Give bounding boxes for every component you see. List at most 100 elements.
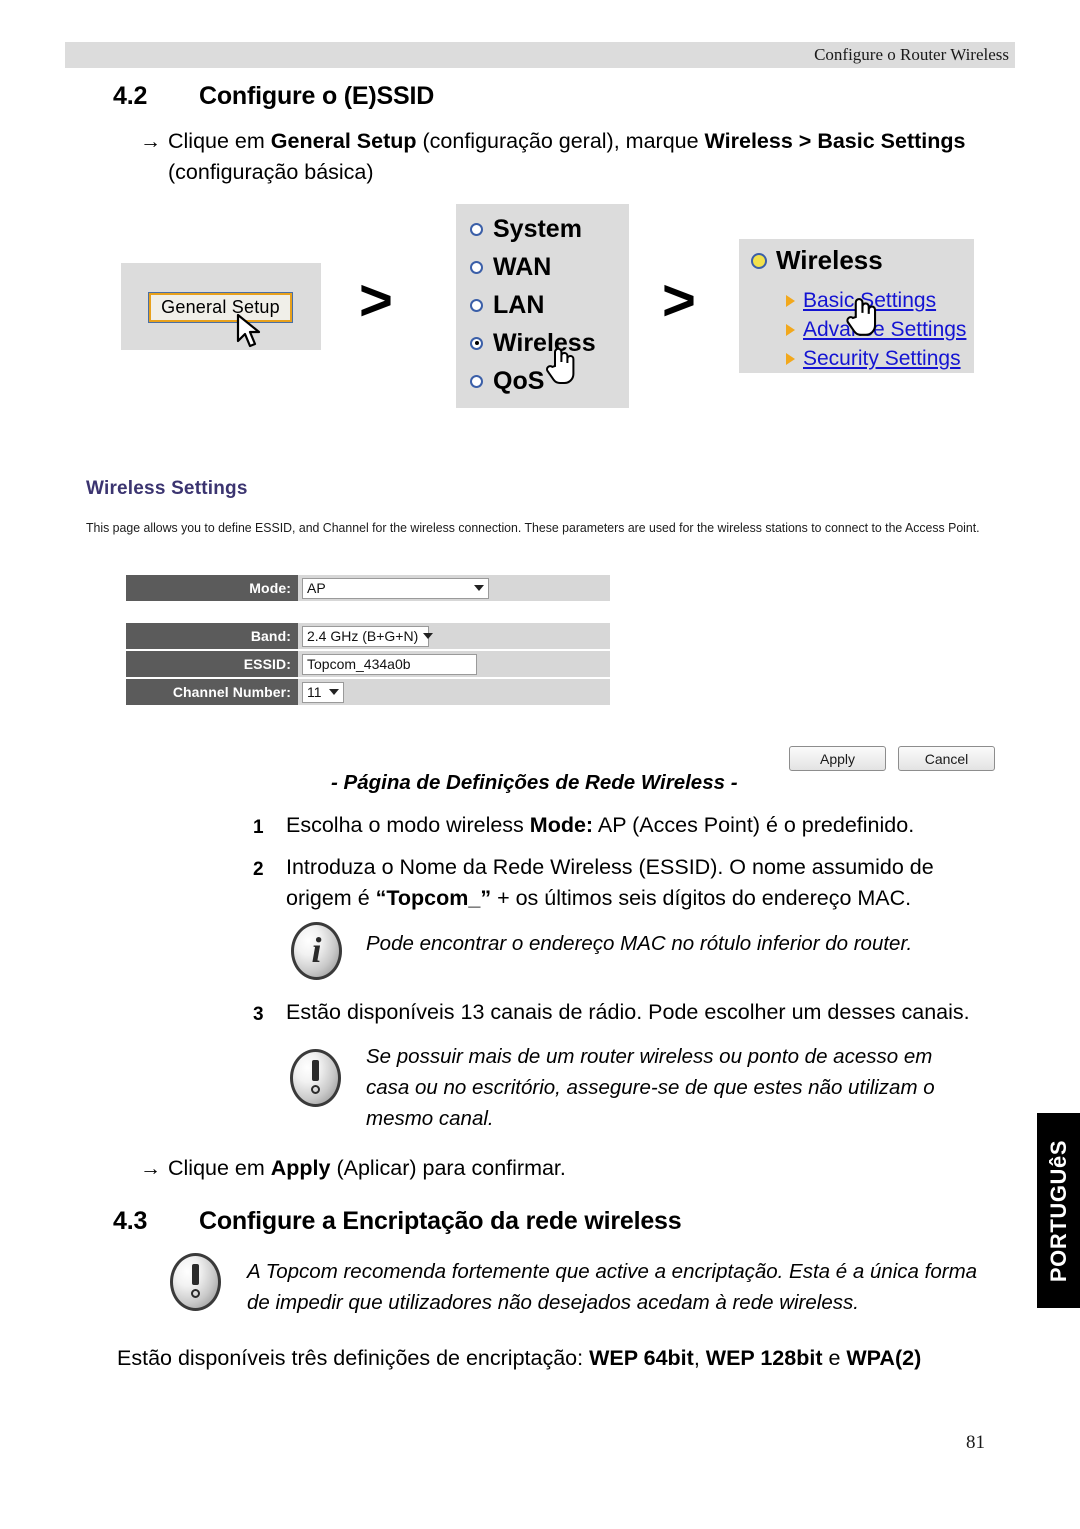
menu-label-qos: QoS	[493, 366, 545, 395]
encryption-wep128: WEP 128bit	[705, 1346, 823, 1370]
exclamation-dot	[311, 1085, 320, 1094]
menu-label-lan: LAN	[493, 290, 545, 319]
arrow-right-icon-apply: →	[140, 1157, 161, 1180]
exclamation-dot-2	[191, 1289, 200, 1298]
section-number-4-3: 4.3	[113, 1207, 148, 1235]
running-header-band: Configure o Router Wireless	[65, 42, 1015, 68]
step-2-text-a: origem é	[286, 886, 376, 910]
step-3: 3 Estão disponíveis 13 canais de rádio. …	[253, 997, 1043, 1028]
warning-encrypt-line2: de impedir que utilizadores não desejado…	[247, 1291, 859, 1314]
form-row-band: Band: 2.4 GHz (B+G+N)	[126, 623, 610, 649]
warning-note-icon-encryption	[170, 1253, 221, 1311]
info-note-text-mac: Pode encontrar o endereço MAC no rótulo …	[366, 932, 913, 955]
mouse-cursor-arrow-icon	[236, 313, 261, 348]
form-row-essid: ESSID: Topcom_434a0b	[126, 651, 610, 677]
form-row-channel-number: Channel Number: 11	[126, 679, 610, 705]
screenshot-general-setup: General Setup	[121, 263, 321, 350]
radio-icon-system	[470, 222, 483, 236]
intro-text-gt: >	[792, 129, 818, 153]
chevron-separator-2: >	[662, 268, 696, 333]
menu-item-wan[interactable]: WAN	[470, 248, 551, 286]
form-row-mode: Mode: AP	[126, 575, 610, 601]
exclamation-bar	[312, 1060, 319, 1081]
warning-note-text-channel: Se possuir mais de um router wireless ou…	[366, 1041, 1026, 1134]
band-select-value: 2.4 GHz (B+G+N)	[307, 628, 419, 644]
form-value-channel-number: 11	[298, 679, 610, 705]
channel-number-select[interactable]: 11	[302, 681, 344, 703]
encryption-wpa2: WPA(2)	[846, 1346, 922, 1370]
form-value-essid: Topcom_434a0b	[298, 651, 610, 677]
wireless-settings-title: Wireless Settings	[86, 478, 248, 499]
apply-button[interactable]: Apply	[789, 746, 886, 771]
cancel-button[interactable]: Cancel	[898, 746, 995, 771]
screenshot-wireless-tree: Wireless Basic Settings Advance Settings…	[739, 239, 974, 373]
essid-input[interactable]: Topcom_434a0b	[302, 653, 477, 675]
mode-select-value: AP	[307, 580, 326, 596]
wireless-settings-description: This page allows you to define ESSID, an…	[86, 521, 980, 535]
exclamation-bar-2	[192, 1264, 199, 1285]
warning-encrypt-line1: A Topcom recomenda fortemente que active…	[247, 1260, 978, 1283]
chevron-down-icon-channel	[329, 689, 339, 695]
form-label-channel-number: Channel Number:	[126, 679, 298, 705]
form-label-mode: Mode:	[126, 575, 298, 601]
step-2-text-topcom: “Topcom_”	[375, 886, 492, 910]
apply-instruction-apply: Apply	[270, 1156, 331, 1180]
intro-text-general-setup: General Setup	[270, 129, 417, 153]
encryption-text-c: ,	[693, 1346, 706, 1370]
intro-text-line2: (configuração básica)	[168, 160, 374, 184]
chevron-down-icon-mode	[474, 585, 484, 591]
step-2-text-c: + os últimos seis dígitos do endereço MA…	[491, 886, 912, 910]
step-1-text-mode: Mode:	[529, 813, 594, 837]
arrow-right-icon: →	[140, 130, 161, 153]
intro-text-a: Clique em	[168, 129, 271, 153]
step-1-marker: 1	[253, 817, 264, 838]
form-value-band: 2.4 GHz (B+G+N)	[298, 623, 610, 649]
letter-i-icon: i	[311, 930, 322, 970]
apply-instruction-a: Clique em	[168, 1156, 271, 1180]
triangle-right-icon-security	[786, 353, 795, 365]
general-setup-button[interactable]: General Setup	[148, 292, 293, 323]
form-label-band: Band:	[126, 623, 298, 649]
warning-channel-line1: Se possuir mais de um router wireless ou…	[366, 1045, 933, 1068]
menu-item-system[interactable]: System	[470, 210, 582, 248]
radio-icon-wireless-selected	[470, 336, 483, 350]
info-note-icon: i	[291, 922, 342, 980]
tree-item-security-settings[interactable]: Security Settings	[786, 347, 961, 371]
form-value-mode: AP	[298, 575, 610, 601]
form-label-essid: ESSID:	[126, 651, 298, 677]
intro-text-c: (configuração geral), marque	[416, 129, 705, 153]
menu-label-system: System	[493, 214, 582, 243]
mouse-cursor-hand-icon-tree	[846, 298, 877, 336]
screenshot-section-menu: System WAN LAN Wireless QoS	[456, 204, 629, 408]
menu-item-qos[interactable]: QoS	[470, 362, 544, 400]
section-number-4-2: 4.2	[113, 82, 148, 110]
tree-title-wireless[interactable]: Wireless	[751, 245, 883, 276]
warning-note-icon-channel	[290, 1049, 341, 1107]
section-heading-4-2: 4.2 Configure o (E)SSID	[113, 82, 434, 111]
warning-channel-line2: casa ou no escritório, assegure-se de qu…	[366, 1076, 935, 1099]
menu-item-lan[interactable]: LAN	[470, 286, 544, 324]
chevron-down-icon-band	[423, 633, 434, 639]
step-2: 2 Introduza o Nome da Rede Wireless (ESS…	[253, 852, 1043, 914]
intro-instruction: → Clique em General Setup (configuração …	[140, 126, 1030, 188]
triangle-right-icon-basic	[786, 295, 795, 307]
exclamation-icon-encryption	[191, 1264, 200, 1298]
tree-label-advance-settings: Advance Settings	[803, 318, 967, 341]
encryption-text-e: e	[822, 1346, 847, 1370]
apply-instruction: → Clique em Apply (Aplicar) para confirm…	[140, 1153, 940, 1184]
mouse-cursor-hand-icon	[546, 347, 575, 384]
intro-text-wireless: Wireless	[704, 129, 793, 153]
mode-select[interactable]: AP	[302, 577, 489, 599]
chevron-separator-1: >	[359, 268, 393, 333]
intro-text-basic-settings: Basic Settings	[817, 129, 966, 153]
step-1-text-c: AP (Acces Point) é o predefinido.	[593, 813, 915, 837]
radio-icon-qos	[470, 374, 483, 388]
step-2-text-line1: Introduza o Nome da Rede Wireless (ESSID…	[286, 855, 934, 879]
warning-note-text-encryption: A Topcom recomenda fortemente que active…	[247, 1256, 1037, 1318]
channel-number-select-value: 11	[307, 684, 322, 700]
triangle-right-icon-advance	[786, 324, 795, 336]
running-header-title: Configure o Router Wireless	[814, 45, 1009, 64]
section-heading-4-3: 4.3 Configure a Encriptação da rede wirel…	[113, 1207, 682, 1236]
encryption-summary-line: Estão disponíveis três definições de enc…	[117, 1343, 1037, 1374]
band-select[interactable]: 2.4 GHz (B+G+N)	[302, 625, 434, 647]
